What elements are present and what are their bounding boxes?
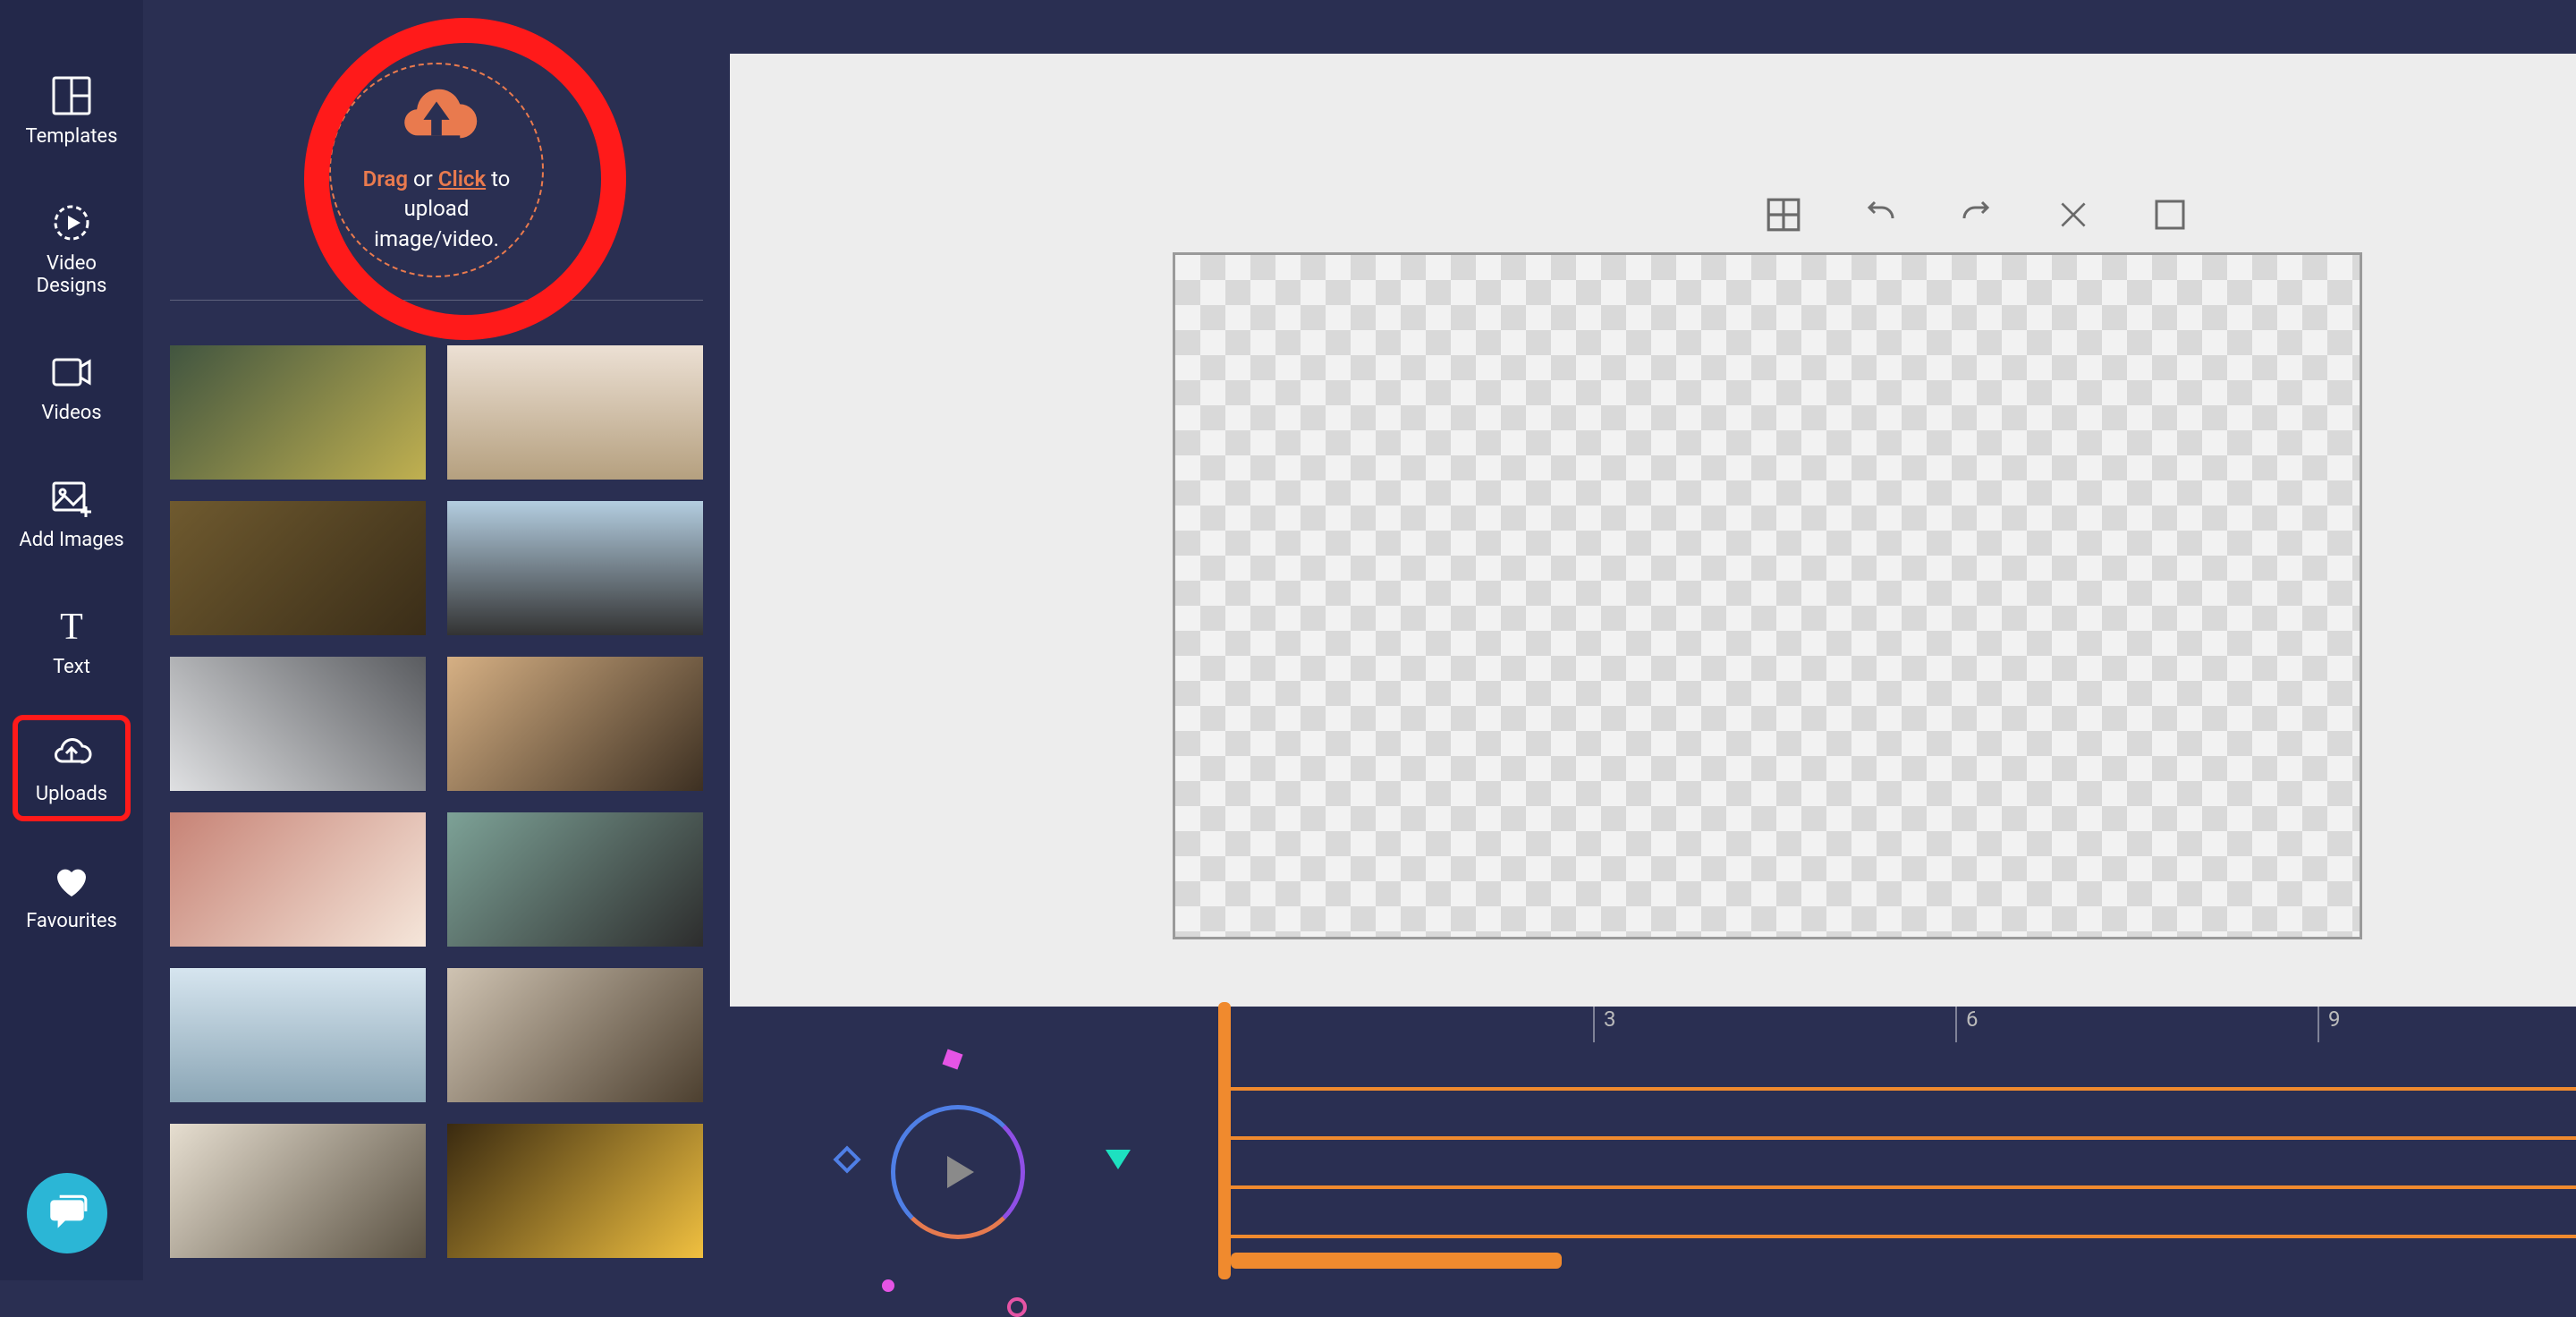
rail-label: Favourites <box>26 910 117 932</box>
canvas-area <box>730 54 2576 1007</box>
rail-item-videos[interactable]: Videos <box>18 339 125 435</box>
confetti-decoration <box>942 1049 962 1069</box>
timeline-ruler: 36912 <box>1231 1007 2576 1042</box>
crop-square-button[interactable] <box>2148 197 2191 233</box>
heart-icon <box>45 858 98 903</box>
video-design-icon <box>45 200 98 245</box>
play-controls <box>837 1051 1070 1284</box>
confetti-decoration <box>1106 1150 1131 1169</box>
upload-thumb-couple-outdoors[interactable] <box>447 812 703 947</box>
cloud-upload-icon <box>45 731 98 776</box>
text-icon: T <box>45 604 98 649</box>
upload-thumb-living-room[interactable] <box>170 1124 426 1258</box>
upload-thumb-sparkler[interactable] <box>447 1124 703 1258</box>
svg-text:T: T <box>60 607 83 648</box>
rail-item-favourites[interactable]: Favourites <box>18 847 125 943</box>
rail-item-uploads[interactable]: Uploads <box>18 720 125 816</box>
left-rail: Templates Video Designs Videos Add Image… <box>0 0 143 1280</box>
upload-thumb-balloons-sky[interactable] <box>170 968 426 1102</box>
rail-item-templates[interactable]: Templates <box>18 63 125 158</box>
cloud-upload-icon <box>387 86 486 154</box>
chat-button[interactable] <box>27 1173 107 1253</box>
confetti-decoration <box>833 1145 860 1173</box>
ruler-mark: 6 <box>1955 1007 1979 1042</box>
rail-label: Videos <box>41 402 101 424</box>
confetti-decoration <box>882 1279 894 1292</box>
videos-icon <box>45 350 98 395</box>
grid-button[interactable] <box>1762 197 1805 233</box>
rail-label: Templates <box>26 125 118 148</box>
upload-thumb-two-people-close[interactable] <box>447 657 703 791</box>
track-line[interactable] <box>1231 1185 2576 1189</box>
rail-item-text[interactable]: T Text <box>18 593 125 689</box>
ruler-mark: 3 <box>1593 1007 1616 1042</box>
redo-button[interactable] <box>1955 197 1998 233</box>
undo-button[interactable] <box>1859 197 1902 233</box>
rail-label: Add Images <box>19 529 123 551</box>
upload-thumb-desk-hands[interactable] <box>447 968 703 1102</box>
upload-thumb-window-wreath[interactable] <box>447 345 703 480</box>
dropzone-text: Drag or Click to upload image/video. <box>363 165 511 255</box>
canvas-toolbar <box>1762 197 2191 233</box>
layout-icon <box>45 73 98 118</box>
playhead[interactable] <box>1218 1002 1231 1279</box>
chat-icon <box>45 1191 89 1236</box>
upload-dropzone[interactable]: Drag or Click to upload image/video. <box>329 63 544 277</box>
canvas-frame[interactable] <box>1173 252 2362 939</box>
track-line[interactable] <box>1231 1136 2576 1140</box>
upload-thumb-skyscraper[interactable] <box>170 657 426 791</box>
timeline-tracks[interactable]: 36912 <box>1231 1007 2576 1280</box>
track-line[interactable] <box>1231 1087 2576 1091</box>
track-line[interactable] <box>1231 1235 2576 1238</box>
confetti-decoration <box>1007 1297 1027 1317</box>
upload-thumb-chopping-veg[interactable] <box>170 501 426 635</box>
timeline: 36912 <box>730 1007 2576 1280</box>
close-button[interactable] <box>2052 197 2095 233</box>
play-icon <box>931 1145 985 1199</box>
upload-thumb-rose-on-pink[interactable] <box>170 812 426 947</box>
rail-label: Text <box>53 656 90 678</box>
play-button[interactable] <box>891 1105 1025 1239</box>
rail-label: Video Designs <box>18 252 125 297</box>
rail-item-add-images[interactable]: Add Images <box>18 466 125 562</box>
rail-label: Uploads <box>36 783 107 805</box>
rail-item-video-designs[interactable]: Video Designs <box>18 190 125 308</box>
timeline-clip[interactable] <box>1231 1253 1562 1269</box>
add-images-icon <box>45 477 98 522</box>
upload-thumb-street-portrait[interactable] <box>447 501 703 635</box>
uploads-panel: Drag or Click to upload image/video. <box>143 54 730 1280</box>
upload-thumb-cups-on-table[interactable] <box>170 345 426 480</box>
ruler-mark: 9 <box>2318 1007 2341 1042</box>
uploads-thumb-grid <box>170 301 703 1258</box>
